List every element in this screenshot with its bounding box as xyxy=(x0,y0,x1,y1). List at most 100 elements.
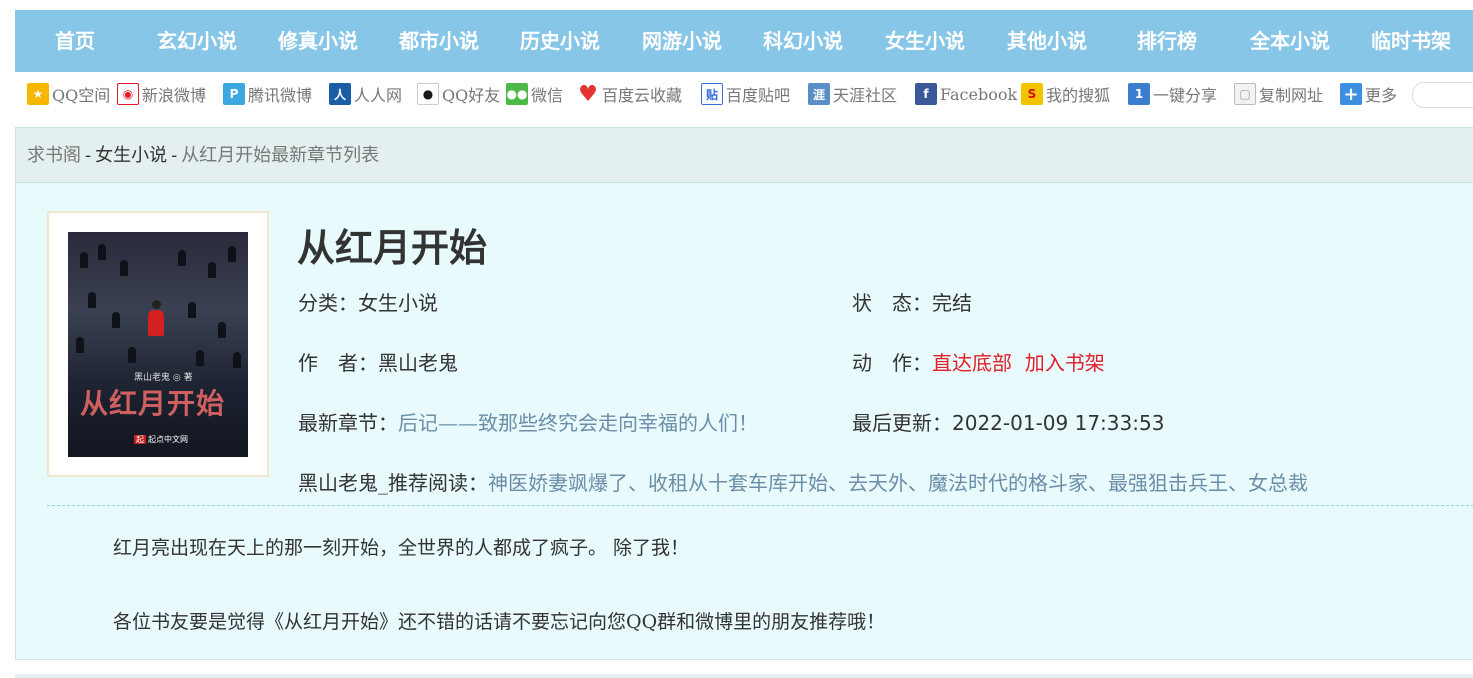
latest-chapter-row: 最新章节：后记——致那些终究会走向幸福的人们！ xyxy=(298,407,758,436)
status-row: 状 态：完结 xyxy=(852,287,972,316)
tieba-icon: 贴 xyxy=(701,83,723,105)
category-label: 分类： xyxy=(298,291,358,315)
section-divider xyxy=(47,505,1473,506)
cover-publisher: 起起点中文网 xyxy=(134,434,188,445)
status-value: 完结 xyxy=(932,291,972,315)
share-qzone-label: QQ空间 xyxy=(52,86,111,105)
sohu-icon: S xyxy=(1021,83,1043,105)
nav-nvsheng[interactable]: 女生小说 xyxy=(881,10,969,72)
share-weibo[interactable]: ◉ 新浪微博 xyxy=(117,82,206,106)
share-qq[interactable]: ● QQ好友 xyxy=(417,82,500,106)
share-counter-pill xyxy=(1412,82,1473,108)
share-qq-label: QQ好友 xyxy=(442,86,501,105)
breadcrumb-separator: - xyxy=(85,145,92,166)
author-value: 黑山老鬼 xyxy=(378,351,458,375)
share-qzone[interactable]: ★ QQ空间 xyxy=(27,82,110,106)
share-renren-label: 人人网 xyxy=(354,86,403,105)
book-cover[interactable]: 黑山老鬼 ◎ 著 从红月开始 起起点中文网 xyxy=(68,232,248,457)
nav-xiuzhen[interactable]: 修真小说 xyxy=(274,10,362,72)
nav-complete[interactable]: 全本小说 xyxy=(1246,10,1334,72)
share-tieba[interactable]: 贴 百度贴吧 xyxy=(701,82,790,106)
share-baidu-cloud[interactable]: ♥ 百度云收藏 xyxy=(577,81,683,107)
tianya-icon: 涯 xyxy=(808,83,830,105)
recommend-promo: 各位书友要是觉得《从红月开始》还不错的话请不要忘记向您QQ群和微博里的朋友推荐哦… xyxy=(113,611,886,633)
weibo-icon: ◉ xyxy=(117,83,139,105)
plus-icon: + xyxy=(1340,83,1362,105)
book-intro: 红月亮出现在天上的那一刻开始，全世界的人都成了疯子。 除了我！ xyxy=(113,537,690,559)
next-section-edge xyxy=(15,674,1473,678)
share-tieba-label: 百度贴吧 xyxy=(726,86,791,105)
renren-icon: 人 xyxy=(329,83,351,105)
cover-red-figure xyxy=(148,310,164,336)
book-info-panel: 黑山老鬼 ◎ 著 从红月开始 起起点中文网 从红月开始 分类：女生小说 状 态：… xyxy=(15,183,1473,660)
share-wechat-label: 微信 xyxy=(531,86,564,105)
updated-row: 最后更新：2022-01-09 17:33:53 xyxy=(852,407,1164,436)
breadcrumb-text: 求书阁 - 女生小说 - 从红月开始最新章节列表 xyxy=(27,128,379,184)
share-copy-url-label: 复制网址 xyxy=(1259,86,1324,105)
breadcrumb-separator: - xyxy=(171,145,178,166)
share-sohu-label: 我的搜狐 xyxy=(1046,86,1111,105)
qzone-icon: ★ xyxy=(27,83,49,105)
share-tianya-label: 天涯社区 xyxy=(833,86,898,105)
share-one-click-label: 一键分享 xyxy=(1153,86,1218,105)
wechat-icon: ●● xyxy=(506,83,528,105)
share-weibo-label: 新浪微博 xyxy=(142,86,207,105)
one-click-share-icon: 1 xyxy=(1128,83,1150,105)
author-row: 作 者：黑山老鬼 xyxy=(298,347,458,376)
updated-label: 最后更新： xyxy=(852,411,952,435)
heart-icon: ♥ xyxy=(578,81,598,107)
recommend-label: 黑山老鬼_推荐阅读： xyxy=(298,471,488,495)
author-label: 作 者： xyxy=(298,351,378,375)
facebook-icon: f xyxy=(915,83,937,105)
cover-frame: 黑山老鬼 ◎ 著 从红月开始 起起点中文网 xyxy=(47,211,269,477)
nav-wangyou[interactable]: 网游小说 xyxy=(638,10,726,72)
share-sohu[interactable]: S 我的搜狐 xyxy=(1021,82,1110,106)
nav-kehuan[interactable]: 科幻小说 xyxy=(759,10,847,72)
share-tencent-weibo-label: 腾讯微博 xyxy=(248,86,313,105)
updated-value: 2022-01-09 17:33:53 xyxy=(952,411,1165,435)
nav-dushi[interactable]: 都市小说 xyxy=(395,10,483,72)
cover-title: 从红月开始 xyxy=(80,387,226,420)
book-title: 从红月开始 xyxy=(297,226,488,270)
action-row: 动 作：直达底部 加入书架 xyxy=(852,347,1105,376)
breadcrumb-site[interactable]: 求书阁 xyxy=(27,145,81,166)
share-facebook[interactable]: f Facebook xyxy=(915,82,1017,106)
cover-publisher-name: 起点中文网 xyxy=(148,435,188,444)
category-value: 女生小说 xyxy=(358,291,438,315)
tencent-weibo-icon: P xyxy=(223,83,245,105)
share-tencent-weibo[interactable]: P 腾讯微博 xyxy=(223,82,312,106)
top-navigation: 首页 玄幻小说 修真小说 都市小说 历史小说 网游小说 科幻小说 女生小说 其他… xyxy=(15,10,1473,72)
breadcrumb-current: 从红月开始最新章节列表 xyxy=(181,145,380,166)
breadcrumb-category[interactable]: 女生小说 xyxy=(95,145,167,166)
nav-xuanhuan[interactable]: 玄幻小说 xyxy=(153,10,241,72)
copy-icon: ▢ xyxy=(1234,83,1256,105)
share-copy-url[interactable]: ▢ 复制网址 xyxy=(1234,82,1323,106)
share-more[interactable]: + 更多 xyxy=(1340,82,1397,106)
add-to-bookshelf-link[interactable]: 加入书架 xyxy=(1025,351,1105,375)
share-wechat[interactable]: ●● 微信 xyxy=(506,82,563,106)
recommend-row: 黑山老鬼_推荐阅读：神医娇妻飒爆了、收租从十套车库开始、去天外、魔法时代的格斗家… xyxy=(298,467,1308,496)
share-baidu-cloud-label: 百度云收藏 xyxy=(602,86,683,105)
share-bar: ★ QQ空间 ◉ 新浪微博 P 腾讯微博 人 人人网 ● QQ好友 ●● 微信 … xyxy=(15,72,1473,116)
share-more-label: 更多 xyxy=(1365,86,1398,105)
cover-publisher-badge: 起 xyxy=(134,435,146,444)
share-one-click[interactable]: 1 一键分享 xyxy=(1128,82,1217,106)
action-label: 动 作： xyxy=(852,351,932,375)
go-to-bottom-link[interactable]: 直达底部 xyxy=(932,351,1012,375)
nav-lishi[interactable]: 历史小说 xyxy=(516,10,604,72)
latest-chapter-label: 最新章节： xyxy=(298,411,398,435)
breadcrumb: 求书阁 - 女生小说 - 从红月开始最新章节列表 xyxy=(15,127,1473,183)
nav-qita[interactable]: 其他小说 xyxy=(1003,10,1091,72)
status-label: 状 态： xyxy=(852,291,932,315)
qq-icon: ● xyxy=(417,83,439,105)
cover-figure-head xyxy=(152,300,161,309)
category-row: 分类：女生小说 xyxy=(298,287,438,316)
nav-home[interactable]: 首页 xyxy=(37,10,113,72)
share-tianya[interactable]: 涯 天涯社区 xyxy=(808,82,897,106)
share-facebook-label: Facebook xyxy=(940,84,1018,104)
recommend-links[interactable]: 神医娇妻飒爆了、收租从十套车库开始、去天外、魔法时代的格斗家、最强狙击兵王、女总… xyxy=(488,471,1308,495)
nav-bookshelf[interactable]: 临时书架 xyxy=(1367,10,1455,72)
share-renren[interactable]: 人 人人网 xyxy=(329,82,402,106)
latest-chapter-link[interactable]: 后记——致那些终究会走向幸福的人们！ xyxy=(398,411,758,435)
nav-ranking[interactable]: 排行榜 xyxy=(1132,10,1202,72)
